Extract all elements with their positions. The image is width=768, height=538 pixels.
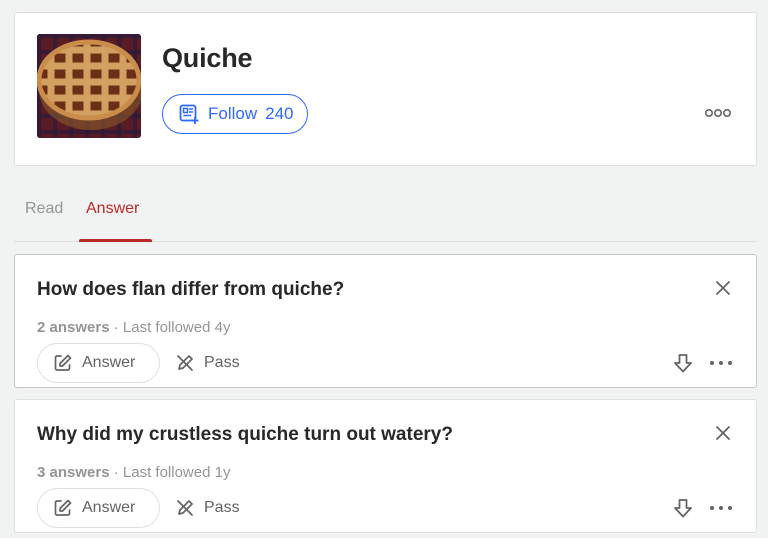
pencil-edit-icon <box>54 499 72 516</box>
pass-button[interactable]: Pass <box>175 488 255 528</box>
more-dot <box>719 506 723 510</box>
pie-image <box>37 34 141 138</box>
answer-count[interactable]: 3 answers <box>37 464 110 481</box>
pass-button-label: Pass <box>204 354 240 371</box>
question-card: How does flan differ from quiche? 2 answ… <box>14 254 757 388</box>
downvote-button[interactable] <box>672 352 694 374</box>
pencil-slash-icon <box>177 355 193 371</box>
more-dot <box>728 361 732 365</box>
more-options-button[interactable] <box>704 106 732 120</box>
answer-button[interactable]: Answer <box>37 488 160 528</box>
more-options-icon <box>704 108 731 118</box>
answer-button-label: Answer <box>82 354 136 371</box>
answer-count[interactable]: 2 answers <box>37 319 110 336</box>
more-dot <box>728 506 732 510</box>
downvote-arrow-icon <box>674 354 692 373</box>
topic-image[interactable] <box>37 34 141 138</box>
more-dot <box>710 506 714 510</box>
answer-button[interactable]: Answer <box>37 343 160 383</box>
more-dot <box>719 361 723 365</box>
last-followed: Last followed 4y <box>122 319 231 336</box>
more-dot <box>710 361 714 365</box>
meta-separator: · <box>113 464 119 481</box>
follow-label: Follow <box>208 104 258 123</box>
dismiss-question-button[interactable] <box>714 424 732 442</box>
pass-button-label: Pass <box>204 499 240 516</box>
meta-separator: · <box>113 319 119 336</box>
answer-button-label: Answer <box>82 499 136 516</box>
pencil-edit-icon <box>54 354 72 371</box>
question-card: Why did my crustless quiche turn out wat… <box>14 399 757 533</box>
question-meta: 3 answers · Last followed 1y <box>37 464 230 481</box>
downvote-arrow-icon <box>674 499 692 518</box>
dismiss-question-button[interactable] <box>714 279 732 297</box>
tab-answer[interactable]: Answer <box>86 200 139 218</box>
question-more-button[interactable] <box>710 359 732 367</box>
question-title[interactable]: Why did my crustless quiche turn out wat… <box>37 424 453 446</box>
follow-count: 240 <box>265 104 294 123</box>
close-icon <box>716 426 730 440</box>
pass-button[interactable]: Pass <box>175 343 255 383</box>
question-title[interactable]: How does flan differ from quiche? <box>37 279 344 301</box>
downvote-button[interactable] <box>672 497 694 519</box>
close-icon <box>716 281 730 295</box>
last-followed: Last followed 1y <box>122 464 231 481</box>
question-meta: 2 answers · Last followed 4y <box>37 319 230 336</box>
topic-follow-icon <box>179 104 199 124</box>
follow-button[interactable]: Follow 240 <box>162 94 308 134</box>
active-tab-indicator <box>79 239 152 242</box>
tab-read[interactable]: Read <box>25 200 63 218</box>
topic-header-card: Quiche Follow 240 <box>14 12 757 166</box>
question-more-button[interactable] <box>710 504 732 512</box>
topic-title: Quiche <box>162 43 253 73</box>
topic-tabs: Read Answer <box>14 190 757 242</box>
pencil-slash-icon <box>177 500 193 516</box>
